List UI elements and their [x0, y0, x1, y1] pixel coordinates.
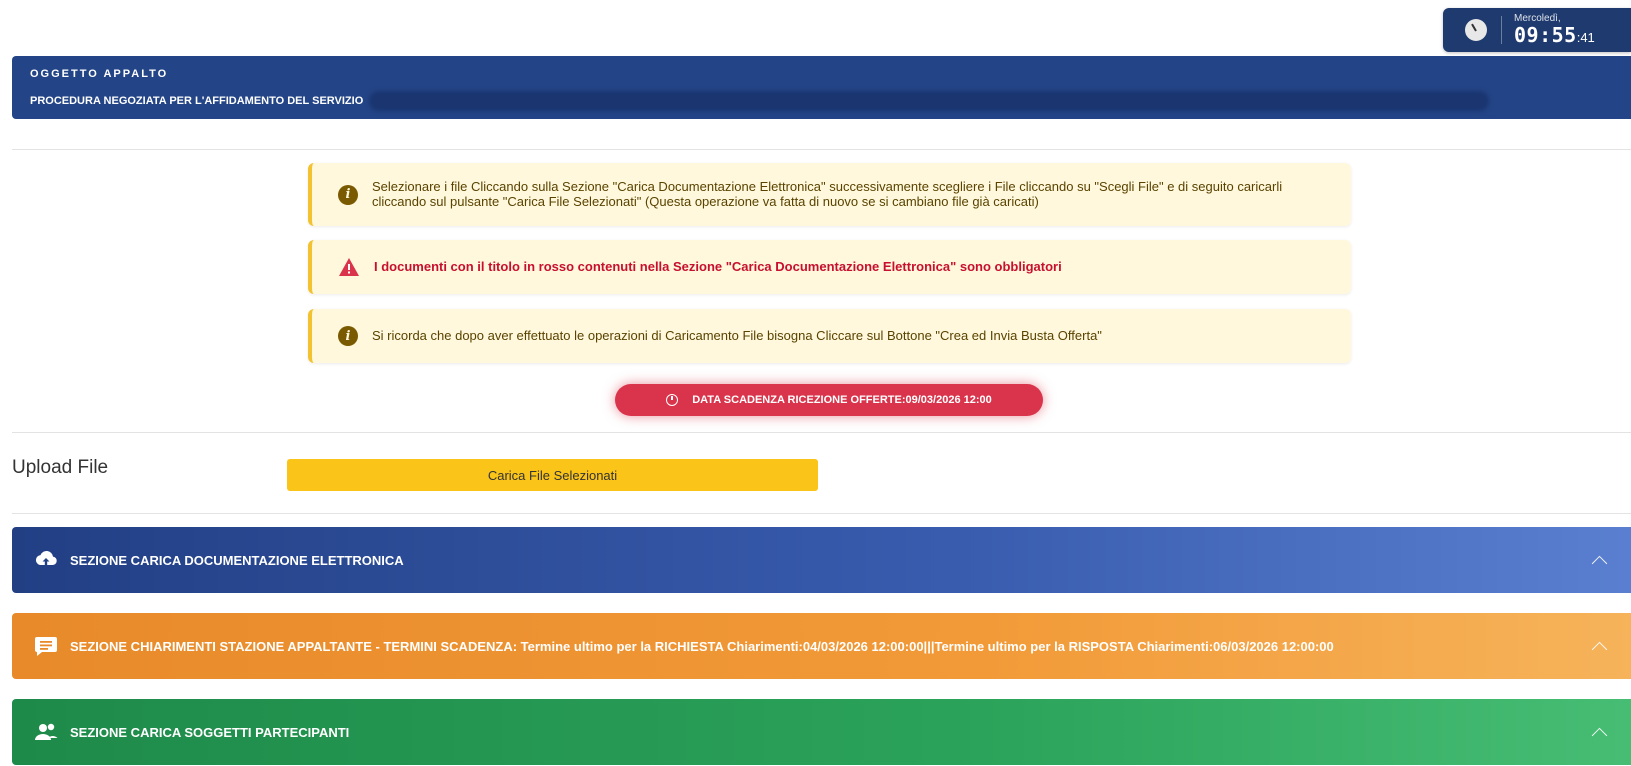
redacted-text: [369, 91, 1490, 111]
clock-widget: Mercoledì, 09:55:41: [1443, 8, 1631, 52]
divider: [12, 149, 1631, 150]
clock-time: 09:55: [1514, 23, 1577, 47]
clock-day: Mercoledì,: [1514, 13, 1561, 24]
panel-soggetti-partecipanti[interactable]: SEZIONE CARICA SOGGETTI PARTECIPANTI: [12, 699, 1631, 765]
info-alert: i Si ricorda che dopo aver effettuato le…: [308, 309, 1351, 363]
deadline-badge: DATA SCADENZA RICEZIONE OFFERTE:09/03/20…: [615, 384, 1043, 416]
panel-chiarimenti[interactable]: SEZIONE CHIARIMENTI STAZIONE APPALTANTE …: [12, 613, 1631, 679]
danger-alert: I documenti con il titolo in rosso conte…: [308, 240, 1351, 294]
oggetto-row: PROCEDURA NEGOZIATA PER L'AFFIDAMENTO DE…: [30, 91, 1613, 111]
info-icon: i: [338, 184, 358, 205]
clock-time-row: 09:55:41: [1514, 25, 1595, 46]
panel-documentazione-elettronica[interactable]: SEZIONE CARICA DOCUMENTAZIONE ELETTRONIC…: [12, 527, 1631, 593]
clock-icon: [1465, 19, 1487, 41]
warning-icon: [339, 258, 359, 276]
upload-file-label: Upload File: [12, 457, 109, 478]
info-alert: i Selezionare i file Cliccando sulla Sez…: [308, 163, 1351, 226]
oggetto-text: PROCEDURA NEGOZIATA PER L'AFFIDAMENTO DE…: [30, 95, 364, 107]
clock-separator: [1501, 16, 1502, 44]
alert-text: Selezionare i file Cliccando sulla Sezio…: [372, 178, 1283, 209]
alert-text: Si ricorda che dopo aver effettuato le o…: [372, 327, 1102, 343]
clock-seconds: :41: [1576, 30, 1595, 45]
alert-text: I documenti con il titolo in rosso conte…: [374, 258, 1062, 274]
panel-title: SEZIONE CARICA SOGGETTI PARTECIPANTI: [70, 724, 350, 740]
chat-icon: [35, 637, 57, 656]
clock-text: Mercoledì, 09:55:41: [1514, 14, 1595, 46]
clock-icon: [666, 394, 679, 406]
cloud-upload-icon: [35, 550, 57, 566]
users-icon: [35, 723, 58, 740]
panel-title: SEZIONE CARICA DOCUMENTAZIONE ELETTRONIC…: [70, 552, 404, 568]
panel-title: SEZIONE CHIARIMENTI STAZIONE APPALTANTE …: [70, 638, 1334, 654]
upload-selected-files-button[interactable]: Carica File Selezionati: [287, 459, 818, 491]
oggetto-label: OGGETTO APPALTO: [30, 68, 169, 80]
divider: [12, 513, 1631, 514]
deadline-text: DATA SCADENZA RICEZIONE OFFERTE:09/03/20…: [692, 394, 992, 406]
info-icon: i: [338, 326, 358, 346]
divider: [12, 432, 1631, 433]
oggetto-appalto-header: OGGETTO APPALTO PROCEDURA NEGOZIATA PER …: [12, 56, 1631, 119]
